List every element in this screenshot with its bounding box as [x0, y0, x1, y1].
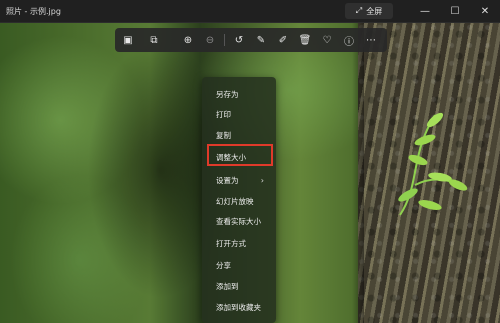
edit-icon[interactable]: ✎	[250, 30, 272, 50]
highlight-box	[207, 144, 273, 166]
info-icon[interactable]: ⓘ	[338, 30, 360, 50]
menu-item-label: 分享	[216, 260, 231, 270]
zoom-in-icon[interactable]: ⊕	[177, 30, 199, 50]
menu-item-open-with[interactable]: 打开方式	[202, 234, 276, 252]
window-title: 照片 - 示例.jpg	[6, 6, 61, 16]
minimize-icon: —	[420, 5, 430, 17]
close-button[interactable]: ✕	[470, 0, 500, 22]
more-icon[interactable]: ⋯	[360, 30, 382, 50]
menu-item-label: 添加到	[216, 281, 239, 291]
zoom-out-icon[interactable]: ⊖	[199, 30, 221, 50]
image-icon[interactable]: ▣	[117, 30, 139, 50]
menu-item-label: 幻灯片放映	[216, 196, 254, 206]
menu-item-print[interactable]: 打印	[202, 105, 276, 123]
menu-item-label: 添加到收藏夹	[216, 302, 261, 312]
menu-item-set-as[interactable]: 设置为 ›	[202, 171, 276, 189]
leaf-sprout	[398, 112, 468, 216]
rotate-icon[interactable]: ↺	[228, 30, 250, 50]
image-toolbar: ▣ ⧉ ⊕ ⊖ ↺ ✎ ✐ 🗑 ♡ ⓘ ⋯	[115, 28, 387, 52]
draw-icon[interactable]: ✐	[272, 30, 294, 50]
menu-item-label: 另存为	[216, 89, 239, 99]
menu-item-slideshow[interactable]: 幻灯片放映	[202, 192, 276, 210]
maximize-button[interactable]: ☐	[440, 0, 470, 22]
crop-icon[interactable]: ⧉	[143, 30, 165, 50]
toolbar-divider	[224, 34, 225, 46]
chevron-right-icon: ›	[260, 175, 264, 185]
fullscreen-label: 全屏	[366, 6, 383, 16]
menu-item-label: 设置为	[216, 175, 239, 185]
title-bar: 照片 - 示例.jpg ⤢ 全屏 — ☐ ✕	[0, 0, 500, 23]
expand-icon: ⤢	[355, 6, 363, 15]
minimize-button[interactable]: —	[410, 0, 440, 22]
menu-item-label: 复制	[216, 130, 231, 140]
menu-item-add-to-favorites[interactable]: 添加到收藏夹	[202, 298, 276, 316]
menu-item-label: 查看实际大小	[216, 216, 261, 226]
menu-item-share[interactable]: 分享	[202, 256, 276, 274]
trunk-shadow	[352, 22, 364, 323]
menu-item-actual-size[interactable]: 查看实际大小	[202, 212, 276, 230]
favorite-icon[interactable]: ♡	[316, 30, 338, 50]
menu-item-save-as[interactable]: 另存为	[202, 85, 276, 103]
close-icon: ✕	[480, 5, 490, 17]
fullscreen-button[interactable]: ⤢ 全屏	[345, 3, 393, 19]
menu-item-label: 打印	[216, 109, 231, 119]
menu-item-add-to[interactable]: 添加到	[202, 277, 276, 295]
context-menu: 另存为 打印 复制 调整大小 设置为 › 幻灯片放映 查看实际大小 打开方式 分…	[202, 77, 276, 323]
delete-icon[interactable]: 🗑	[294, 30, 316, 50]
menu-item-copy[interactable]: 复制	[202, 126, 276, 144]
maximize-icon: ☐	[450, 5, 460, 17]
menu-item-label: 打开方式	[216, 238, 246, 248]
